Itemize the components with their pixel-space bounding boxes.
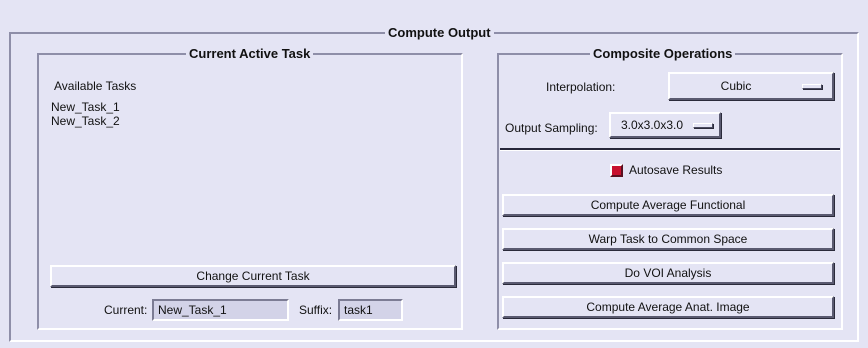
do-voi-analysis-button[interactable]: Do VOI Analysis: [502, 262, 834, 284]
autosave-label: Autosave Results: [629, 163, 723, 177]
task-list[interactable]: New_Task_1 New_Task_2: [51, 100, 120, 128]
option-menu-indicator-icon: [693, 122, 713, 128]
compute-output-title: Compute Output: [385, 25, 494, 40]
current-active-task-panel: [37, 53, 463, 330]
change-current-task-button[interactable]: Change Current Task: [50, 265, 456, 287]
panel-divider: [500, 148, 840, 151]
warp-task-to-common-space-button[interactable]: Warp Task to Common Space: [502, 228, 834, 250]
current-active-task-title: Current Active Task: [186, 46, 314, 61]
output-sampling-label: Output Sampling:: [505, 121, 598, 135]
list-item[interactable]: New_Task_2: [51, 114, 120, 128]
interpolation-label: Interpolation:: [546, 80, 616, 94]
current-label: Current:: [104, 303, 148, 317]
suffix-field[interactable]: task1: [338, 299, 403, 321]
interpolation-menu-button[interactable]: Cubic: [668, 72, 834, 100]
list-item[interactable]: New_Task_1: [51, 100, 120, 114]
suffix-label: Suffix:: [299, 303, 333, 317]
output-sampling-value: 3.0x3.0x3.0: [620, 118, 684, 132]
compute-average-anat-image-button[interactable]: Compute Average Anat. Image: [502, 296, 834, 318]
available-tasks-header: Available Tasks: [54, 79, 137, 93]
compute-average-functional-button[interactable]: Compute Average Functional: [502, 194, 834, 216]
interpolation-value: Cubic: [720, 79, 752, 93]
composite-operations-title: Composite Operations: [590, 46, 736, 61]
autosave-checkbox[interactable]: [610, 164, 623, 177]
output-sampling-menu-button[interactable]: 3.0x3.0x3.0: [609, 112, 721, 138]
option-menu-indicator-icon: [802, 83, 822, 89]
current-task-field[interactable]: New_Task_1: [152, 299, 289, 321]
